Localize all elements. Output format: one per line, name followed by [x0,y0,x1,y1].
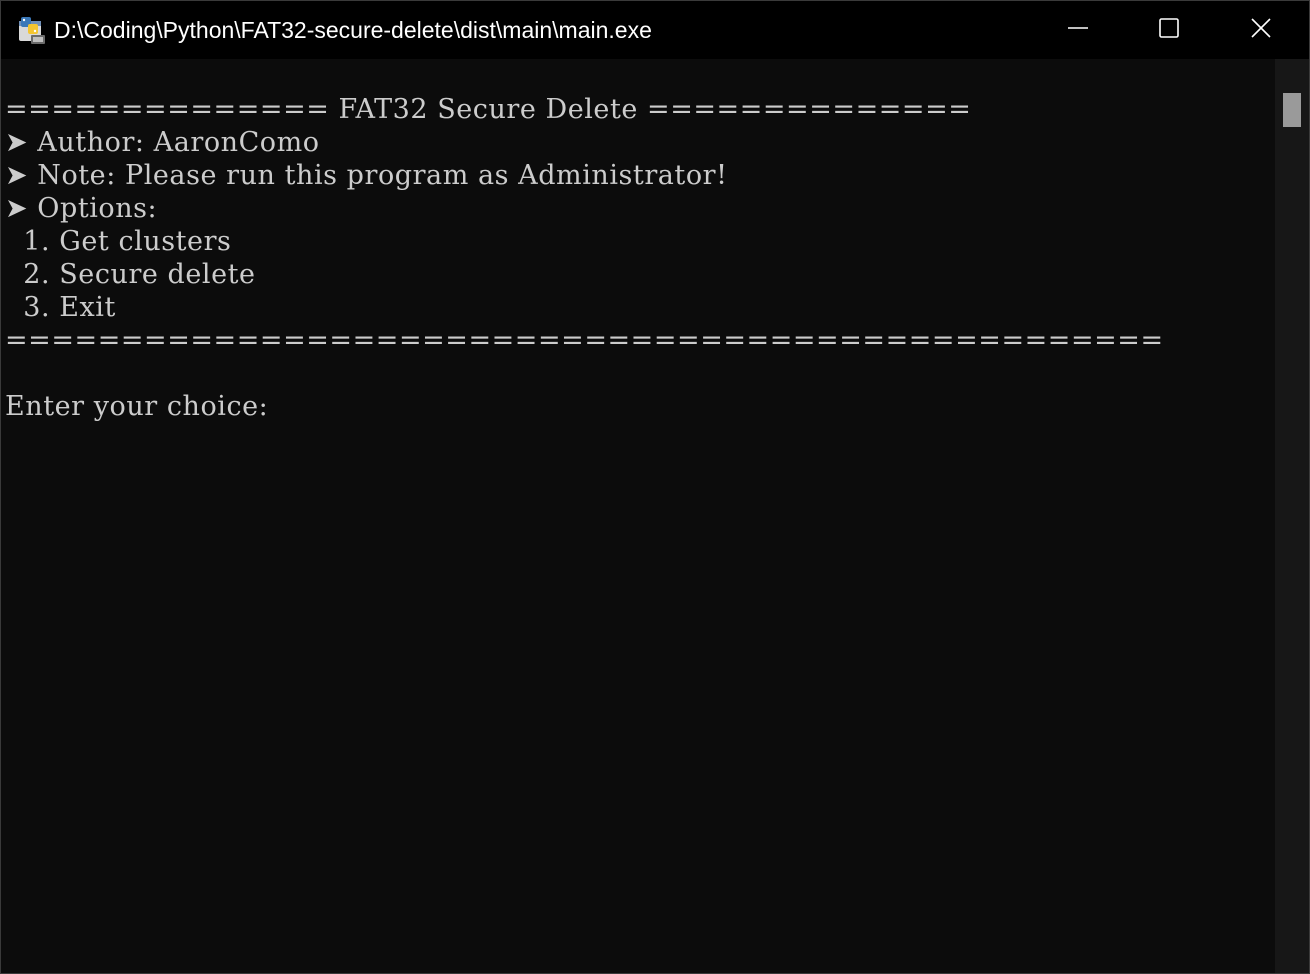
minimize-icon [1067,17,1089,44]
option-get-clusters-line: 1. Get clusters [5,226,232,257]
title-bar[interactable]: D:\Coding\Python\FAT32-secure-delete\dis… [1,1,1309,59]
console-output[interactable]: ============== FAT32 Secure Delete =====… [1,59,1275,973]
options-heading-line: ➤ Options: [5,193,158,224]
vertical-scrollbar[interactable] [1275,59,1309,973]
author-line: ➤ Author: AaronComo [5,127,320,158]
maximize-button[interactable] [1123,1,1215,59]
close-button[interactable] [1215,1,1307,59]
console-window: D:\Coding\Python\FAT32-secure-delete\dis… [0,0,1310,974]
input-prompt-line[interactable]: Enter your choice: [5,390,268,423]
option-secure-delete-line: 2. Secure delete [5,259,256,290]
maximize-icon [1158,17,1180,44]
scrollbar-thumb[interactable] [1283,93,1301,127]
close-icon [1250,17,1272,44]
python-exe-icon [17,15,47,45]
option-exit-line: 3. Exit [5,292,116,323]
window-title: D:\Coding\Python\FAT32-secure-delete\dis… [54,17,652,43]
header-banner-line: ============== FAT32 Secure Delete =====… [5,94,972,125]
minimize-button[interactable] [1032,1,1124,59]
footer-divider-line: ========================================… [5,325,1164,356]
note-line: ➤ Note: Please run this program as Admin… [5,160,728,191]
